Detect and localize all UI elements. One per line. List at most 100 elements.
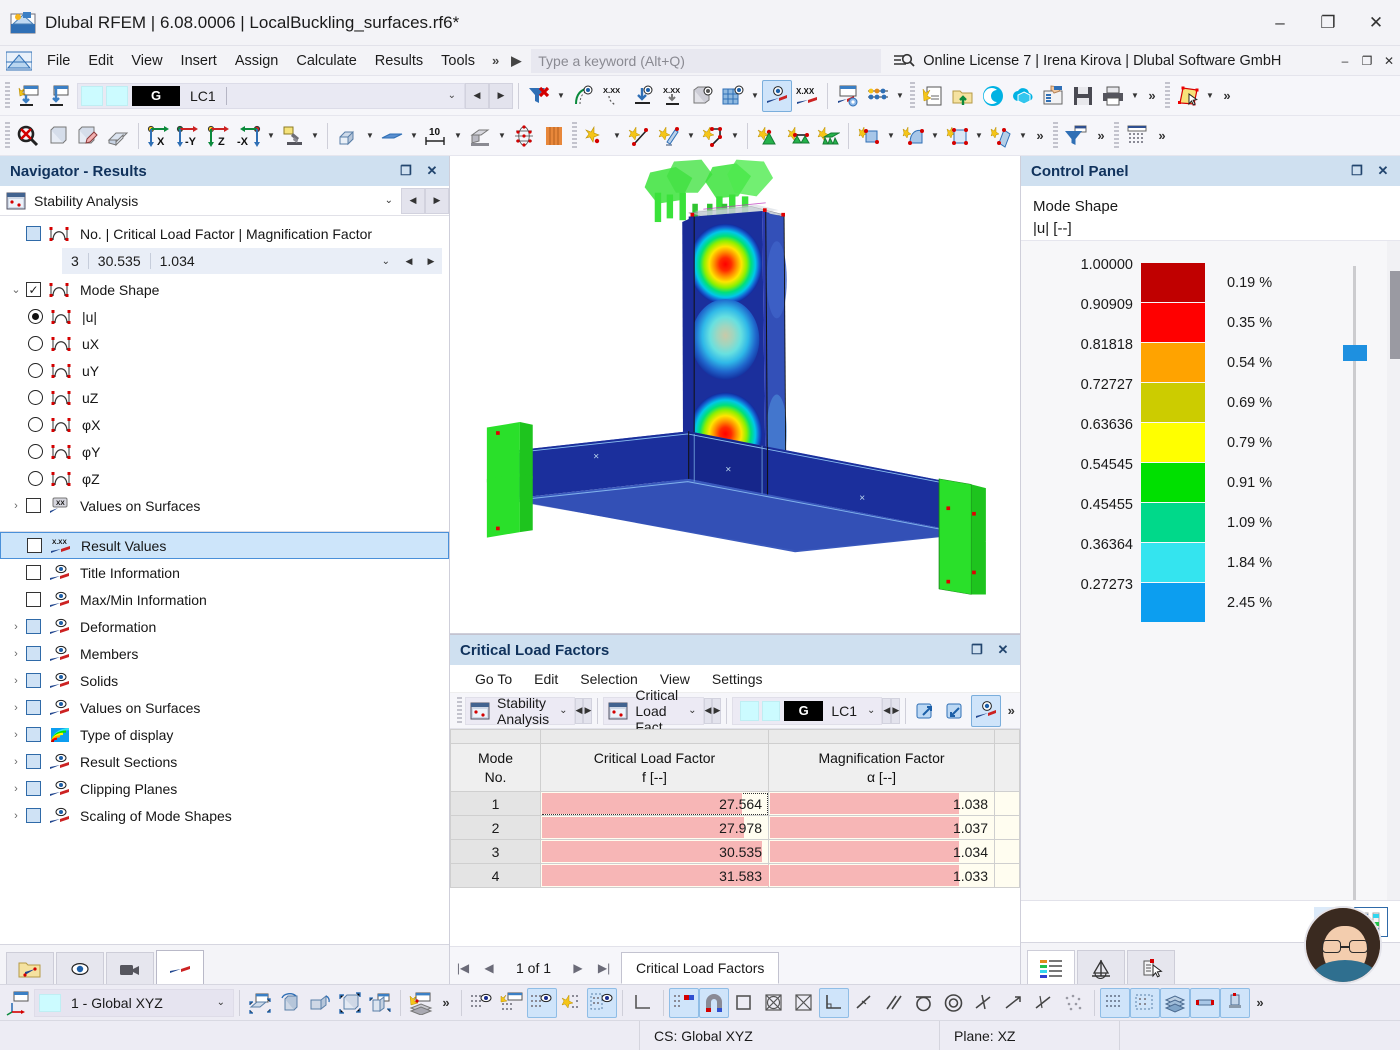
analysis-next-button[interactable]: ▶ — [425, 188, 449, 214]
tree-row-scaling-of-mode-shapes[interactable]: › Scaling of Mode Shapes — [0, 802, 449, 829]
table-overflow-button[interactable]: » — [1001, 695, 1021, 727]
cell-magnification-factor[interactable]: 1.034 — [769, 840, 995, 864]
menu-expand-arrow-icon[interactable]: ▶ — [503, 51, 525, 71]
scrollbar-thumb[interactable] — [1390, 271, 1400, 359]
chevron-down-icon[interactable]: ▼ — [451, 120, 465, 152]
snap-box-crossed-button[interactable] — [789, 988, 819, 1018]
tree-expander-collapsed-icon[interactable]: › — [6, 729, 26, 741]
cell-critical-load-factor[interactable]: 30.535 — [541, 840, 769, 864]
tree-expander-collapsed-icon[interactable]: › — [6, 756, 26, 768]
chevron-down-icon[interactable]: ⌄ — [867, 705, 881, 716]
cell-magnification-factor[interactable]: 1.038 — [769, 792, 995, 816]
edit-model-button[interactable] — [73, 120, 103, 152]
chevron-down-icon[interactable]: ▼ — [728, 120, 742, 152]
first-page-button[interactable]: |◀ — [450, 952, 476, 984]
prev-page-button[interactable]: ◀ — [476, 952, 502, 984]
analysis-type-combo[interactable]: Stability Analysis ⌄ — [6, 188, 401, 214]
chevron-down-icon[interactable]: ▼ — [1203, 80, 1217, 112]
coordinate-system-icon[interactable] — [4, 988, 34, 1018]
chevron-down-icon[interactable]: ▼ — [363, 120, 377, 152]
cell-magnification-factor[interactable]: 1.033 — [769, 864, 995, 888]
toolbar-grip[interactable] — [910, 82, 915, 110]
component-radio-u-abs[interactable] — [28, 309, 43, 324]
filter-select-tab[interactable] — [1127, 950, 1175, 984]
members-checkbox[interactable] — [26, 646, 41, 661]
component-row-ux[interactable]: uX — [0, 330, 449, 357]
component-radio-uz[interactable] — [28, 390, 43, 405]
component-row-u-abs[interactable]: |u| — [0, 303, 449, 330]
toolbar-grip[interactable] — [1165, 82, 1170, 110]
snap-intersection-button[interactable] — [969, 988, 999, 1018]
table-load-case-prev-button[interactable]: ◀ — [882, 698, 891, 724]
table-row[interactable]: 3 30.535 1.034 — [451, 840, 1020, 864]
menu-tools[interactable]: Tools — [432, 50, 484, 72]
new-curved-surface-button[interactable] — [898, 120, 928, 152]
mesh-grid-button[interactable] — [1122, 120, 1152, 152]
deselect-all-button[interactable] — [13, 120, 43, 152]
clipping-planes-checkbox[interactable] — [26, 781, 41, 796]
toolbar-grip[interactable] — [5, 122, 10, 150]
table-load-case-next-button[interactable]: ▶ — [891, 698, 900, 724]
toolbar-overflow-button-2[interactable]: » — [1217, 80, 1237, 112]
show-surfaces-results-button[interactable] — [718, 80, 748, 112]
tree-expander-collapsed-icon[interactable]: › — [6, 648, 26, 660]
new-load-case-button[interactable] — [13, 80, 43, 112]
new-node-star-button[interactable] — [580, 120, 610, 152]
bottom-toolbar-overflow-button-2[interactable]: » — [1250, 987, 1270, 1019]
snap-circle-crossed-button[interactable] — [759, 988, 789, 1018]
new-opening-button[interactable] — [942, 120, 972, 152]
load-case-next-button[interactable]: ▶ — [489, 83, 513, 109]
chevron-down-icon[interactable]: ⌄ — [688, 705, 702, 716]
result-settings-button[interactable] — [833, 80, 863, 112]
cell-magnification-factor[interactable]: 1.037 — [769, 816, 995, 840]
view-x-direction-button[interactable]: X — [144, 120, 174, 152]
analysis-prev-button[interactable]: ◀ — [401, 188, 425, 214]
last-page-button[interactable]: ▶| — [591, 952, 617, 984]
tree-row-type-of-display[interactable]: › Type of display — [0, 721, 449, 748]
tree-expander-collapsed-icon[interactable]: › — [6, 621, 26, 633]
close-button[interactable]: ✕ — [1352, 0, 1400, 46]
show-results-toggle-button[interactable] — [762, 80, 792, 112]
chevron-down-icon[interactable]: ▼ — [928, 120, 942, 152]
snap-perpendicular-button[interactable] — [819, 988, 849, 1018]
tree-expander-collapsed-icon[interactable]: › — [6, 783, 26, 795]
view-minus-x-direction-button[interactable]: -X — [234, 120, 264, 152]
control-panel-close-button[interactable]: ✕ — [1370, 158, 1396, 184]
import-load-case-button[interactable] — [43, 80, 73, 112]
tree-expander-collapsed-icon[interactable]: › — [6, 500, 26, 512]
menu-results[interactable]: Results — [366, 50, 432, 72]
menu-calculate[interactable]: Calculate — [287, 50, 365, 72]
table-row[interactable]: 1 27.564 1.038 — [451, 792, 1020, 816]
maximize-button[interactable]: ❐ — [1304, 0, 1352, 46]
component-row-uz[interactable]: uZ — [0, 384, 449, 411]
table-import-button[interactable] — [941, 695, 971, 727]
table-dataset-prev-button[interactable]: ◀ — [704, 698, 713, 724]
new-snap-point-button[interactable] — [557, 988, 587, 1018]
tree-row-solids[interactable]: › Solids — [0, 667, 449, 694]
result-values-checkbox[interactable] — [27, 538, 42, 553]
filter-display-button[interactable] — [1061, 120, 1091, 152]
mode-value-selector[interactable]: 3 30.535 1.034 ⌄ ◀ ▶ — [62, 248, 442, 274]
perspective-view-button[interactable] — [103, 120, 133, 152]
chevron-down-icon[interactable]: ▼ — [893, 80, 907, 112]
chevron-down-icon[interactable]: ▼ — [748, 80, 762, 112]
cell-critical-load-factor[interactable]: 27.978 — [541, 816, 769, 840]
ortho-mode-button[interactable] — [628, 988, 658, 1018]
component-row-phiz[interactable]: φZ — [0, 465, 449, 492]
new-surface-button[interactable] — [377, 120, 407, 152]
legend-scrollbar[interactable] — [1387, 241, 1400, 901]
snap-square-button[interactable] — [729, 988, 759, 1018]
chevron-down-icon[interactable]: ⌄ — [217, 997, 233, 1008]
new-line-button[interactable] — [624, 120, 654, 152]
save-button[interactable] — [1068, 80, 1098, 112]
show-grid-button[interactable] — [467, 988, 497, 1018]
move-view-button[interactable] — [305, 988, 335, 1018]
factors-tab[interactable] — [1077, 950, 1125, 984]
snap-parallel-button[interactable] — [879, 988, 909, 1018]
table-dataset-combo[interactable]: Critical Load Fact... ⌄ — [603, 697, 703, 725]
model-3d-viewport[interactable]: × × × — [450, 156, 1020, 634]
show-solids-results-button[interactable] — [688, 80, 718, 112]
table-restore-button[interactable]: ❐ — [964, 637, 990, 663]
scaling-of-mode-shapes-checkbox[interactable] — [26, 808, 41, 823]
support-assistant-avatar[interactable] — [1304, 906, 1382, 984]
